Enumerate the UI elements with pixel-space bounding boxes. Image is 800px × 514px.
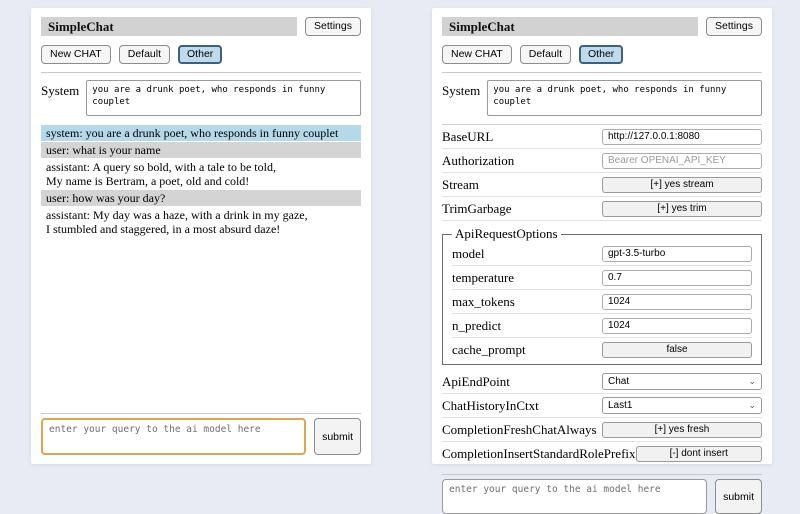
divider [41, 72, 361, 73]
trimgarbage-label: TrimGarbage [442, 201, 512, 217]
session-tab-default[interactable]: Default [520, 45, 571, 64]
baseurl-input[interactable] [602, 129, 762, 145]
completion-insert-label: CompletionInsertStandardRolePrefix [442, 446, 636, 462]
chevron-down-icon: ⌄ [748, 401, 756, 410]
chat-message-list: system: you are a drunk poet, who respon… [41, 125, 361, 405]
api-endpoint-label: ApiEndPoint [442, 374, 510, 390]
settings-list: BaseURL Authorization Stream [+] yes str… [442, 124, 762, 466]
session-tab-other[interactable]: Other [178, 45, 222, 64]
setting-row-cache-prompt: cache_prompt false [452, 338, 752, 361]
chat-message-assistant: assistant: My day was a haze, with a dri… [41, 207, 361, 237]
setting-row-model: model [452, 242, 752, 266]
setting-row-n-predict: n_predict [452, 314, 752, 338]
setting-row-baseurl: BaseURL [442, 125, 762, 149]
api-request-options-legend: ApiRequestOptions [452, 226, 561, 242]
settings-panel: SimpleChat Settings New CHAT Default Oth… [432, 8, 772, 464]
completion-fresh-toggle-button[interactable]: [+] yes fresh [602, 422, 762, 438]
chat-session-tabs: New CHAT Default Other [41, 45, 361, 64]
settings-button[interactable]: Settings [305, 17, 361, 36]
submit-button[interactable]: submit [314, 418, 361, 455]
chat-message-system: system: you are a drunk poet, who respon… [41, 125, 361, 141]
chat-message-user: user: how was your day? [41, 190, 361, 206]
chevron-down-icon: ⌄ [748, 377, 756, 386]
query-row: submit [41, 418, 361, 455]
baseurl-label: BaseURL [442, 129, 493, 145]
submit-button[interactable]: submit [715, 479, 762, 514]
system-prompt-row: System you are a drunk poet, who respond… [41, 80, 361, 116]
setting-row-completion-insert: CompletionInsertStandardRolePrefix [-] d… [442, 442, 762, 466]
authorization-label: Authorization [442, 153, 514, 169]
divider [442, 72, 762, 73]
stream-toggle-button[interactable]: [+] yes stream [602, 177, 762, 193]
setting-row-max-tokens: max_tokens [452, 290, 752, 314]
setting-row-completion-fresh: CompletionFreshChatAlways [+] yes fresh [442, 418, 762, 442]
stream-label: Stream [442, 177, 479, 193]
max-tokens-label: max_tokens [452, 294, 515, 310]
temperature-label: temperature [452, 270, 514, 286]
divider [41, 413, 361, 414]
app-title: SimpleChat [41, 17, 297, 36]
system-prompt-input[interactable]: you are a drunk poet, who responds in fu… [487, 80, 762, 116]
cache-prompt-toggle-button[interactable]: false [602, 342, 752, 358]
chat-message-assistant: assistant: A query so bold, with a tale … [41, 159, 361, 189]
temperature-input[interactable] [602, 270, 752, 286]
system-prompt-input[interactable]: you are a drunk poet, who responds in fu… [86, 80, 361, 116]
system-prompt-label: System [442, 80, 480, 116]
query-input[interactable] [41, 418, 306, 455]
session-tab-other[interactable]: Other [579, 45, 623, 64]
authorization-input[interactable] [602, 153, 762, 169]
n-predict-input[interactable] [602, 318, 752, 334]
title-bar: SimpleChat Settings [41, 17, 361, 36]
session-tab-default[interactable]: Default [119, 45, 170, 64]
chat-panel: SimpleChat Settings New CHAT Default Oth… [31, 8, 371, 464]
title-bar: SimpleChat Settings [442, 17, 762, 36]
setting-row-api-endpoint: ApiEndPoint Chat ⌄ [442, 370, 762, 394]
system-prompt-row: System you are a drunk poet, who respond… [442, 80, 762, 116]
setting-row-stream: Stream [+] yes stream [442, 173, 762, 197]
api-request-options-fieldset: ApiRequestOptions model temperature max_… [442, 226, 762, 365]
divider [442, 474, 762, 475]
cache-prompt-label: cache_prompt [452, 342, 526, 358]
chat-message-user: user: what is your name [41, 142, 361, 158]
query-input[interactable] [442, 479, 707, 514]
chat-history-select[interactable]: Last1 ⌄ [602, 397, 762, 414]
chat-history-label: ChatHistoryInCtxt [442, 398, 539, 414]
model-label: model [452, 246, 485, 262]
completion-fresh-label: CompletionFreshChatAlways [442, 422, 597, 438]
chat-history-selected-value: Last1 [608, 400, 632, 411]
n-predict-label: n_predict [452, 318, 501, 334]
api-endpoint-selected-value: Chat [608, 376, 629, 387]
completion-insert-toggle-button[interactable]: [-] dont insert [636, 446, 762, 462]
settings-button[interactable]: Settings [706, 17, 762, 36]
app-title: SimpleChat [442, 17, 698, 36]
setting-row-temperature: temperature [452, 266, 752, 290]
setting-row-chat-history: ChatHistoryInCtxt Last1 ⌄ [442, 394, 762, 418]
new-chat-button[interactable]: New CHAT [442, 45, 512, 64]
setting-row-trimgarbage: TrimGarbage [+] yes trim [442, 197, 762, 221]
query-row: submit [442, 479, 762, 514]
api-endpoint-select[interactable]: Chat ⌄ [602, 373, 762, 390]
new-chat-button[interactable]: New CHAT [41, 45, 111, 64]
setting-row-authorization: Authorization [442, 149, 762, 173]
system-prompt-label: System [41, 80, 79, 116]
chat-session-tabs: New CHAT Default Other [442, 45, 762, 64]
model-input[interactable] [602, 246, 752, 262]
trimgarbage-toggle-button[interactable]: [+] yes trim [602, 201, 762, 217]
max-tokens-input[interactable] [602, 294, 752, 310]
